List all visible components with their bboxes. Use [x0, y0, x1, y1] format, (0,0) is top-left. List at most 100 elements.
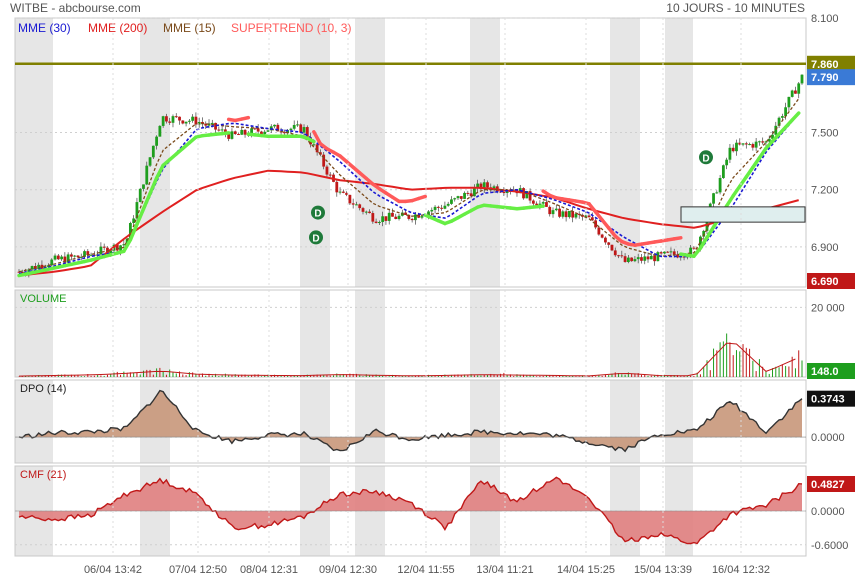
x-tick-label: 13/04 11:21 [476, 564, 533, 576]
candle-body [302, 127, 306, 133]
candle-body [341, 191, 345, 193]
candle-body [728, 147, 732, 160]
x-tick-label: 12/04 11:55 [397, 564, 454, 576]
candle-body [260, 131, 263, 135]
candle-body [640, 257, 643, 261]
cmf-tick-label: 0.0000 [811, 506, 845, 518]
candle-body [335, 181, 339, 193]
candle-body [184, 121, 188, 124]
candle-body [263, 131, 267, 135]
candle-body [391, 212, 394, 217]
candle-body [187, 120, 191, 122]
dpo-title: DPO (14) [20, 383, 66, 395]
candle-body [168, 121, 172, 123]
candle-body [567, 210, 571, 218]
dpo-tick-label: 0.0000 [811, 432, 845, 444]
candle-body [633, 259, 637, 262]
candle-body [623, 256, 627, 263]
legend-entry: MME (30) [18, 21, 71, 35]
candle-body [548, 206, 552, 215]
marker-label: D [702, 153, 709, 164]
candle-body [174, 116, 178, 118]
candle-body [358, 204, 362, 209]
candle-body [76, 255, 80, 258]
candle-body [178, 116, 181, 121]
candle-body [132, 218, 136, 224]
candle-body [371, 213, 375, 222]
candle-body [240, 129, 244, 135]
session-band [355, 290, 385, 377]
price-tick-label: 6.900 [811, 242, 839, 254]
supertrend-up-segment [724, 194, 735, 208]
candle-body [780, 116, 784, 118]
candle-body [440, 207, 444, 209]
candle-body [165, 116, 168, 122]
candle-body [292, 124, 296, 129]
candle-body [355, 204, 358, 206]
session-band [470, 380, 500, 463]
last-close-label: 7.790 [811, 72, 839, 84]
candle-body [554, 208, 558, 211]
cmf-title: CMF (21) [20, 469, 66, 481]
candle-body [659, 252, 663, 254]
supertrend-down-segment [416, 194, 427, 201]
session-band [665, 18, 693, 287]
candle-body [574, 213, 578, 218]
candle-body [73, 255, 77, 257]
candle-body [142, 184, 145, 189]
legend-entry: SUPERTREND (10, 3) [231, 21, 351, 35]
candle-body [748, 144, 751, 146]
candle-body [744, 143, 748, 145]
candle-body [217, 129, 221, 131]
candle-body [289, 128, 293, 131]
x-tick-label: 15/04 13:39 [634, 564, 692, 576]
candle-body [155, 136, 158, 146]
candle-body [784, 107, 788, 117]
candle-body [466, 192, 470, 194]
volume-title: VOLUME [20, 293, 66, 305]
x-tick-label: 09/04 12:30 [319, 564, 377, 576]
price-tick-label: 7.500 [811, 127, 839, 139]
candle-body [656, 252, 660, 262]
candle-body [692, 247, 696, 249]
x-tick-label: 08/04 12:31 [240, 564, 298, 576]
candle-body [296, 124, 299, 126]
dpo-last-label: 0.3743 [811, 394, 845, 406]
candle-body [800, 74, 804, 84]
candle-body [636, 257, 640, 260]
candle-body [256, 128, 260, 132]
candle-body [210, 122, 214, 124]
candle-body [610, 244, 614, 251]
candle-body [607, 242, 611, 245]
candle-body [545, 202, 548, 207]
candle-body [541, 202, 545, 204]
candle-body [653, 255, 656, 262]
candle-body [758, 141, 761, 143]
supertrend-up-segment [790, 111, 801, 122]
candle-body [754, 141, 758, 148]
x-tick-label: 06/04 13:42 [84, 564, 142, 576]
candle-body [712, 193, 715, 204]
candle-body [102, 246, 106, 248]
candle-body [715, 192, 719, 194]
candle-body [604, 237, 607, 243]
candle-body [463, 192, 466, 199]
candle-body [151, 145, 155, 158]
x-tick-label: 07/04 12:50 [169, 564, 227, 576]
candle-body [453, 198, 457, 200]
candle-body [60, 256, 63, 260]
session-band [300, 380, 330, 463]
supertrend-down-segment [672, 236, 683, 241]
supertrend-down-segment [240, 115, 251, 121]
candle-body [587, 215, 591, 218]
session-band [300, 290, 330, 377]
supertrend-up-segment [220, 131, 231, 136]
candle-body [450, 199, 453, 204]
candle-body [70, 254, 73, 257]
candle-body [741, 143, 745, 145]
candle-body [649, 255, 653, 260]
candle-body [597, 227, 601, 235]
supertrend-up-segment [534, 204, 545, 209]
x-tick-label: 14/04 15:25 [557, 564, 615, 576]
candle-body [420, 216, 424, 218]
